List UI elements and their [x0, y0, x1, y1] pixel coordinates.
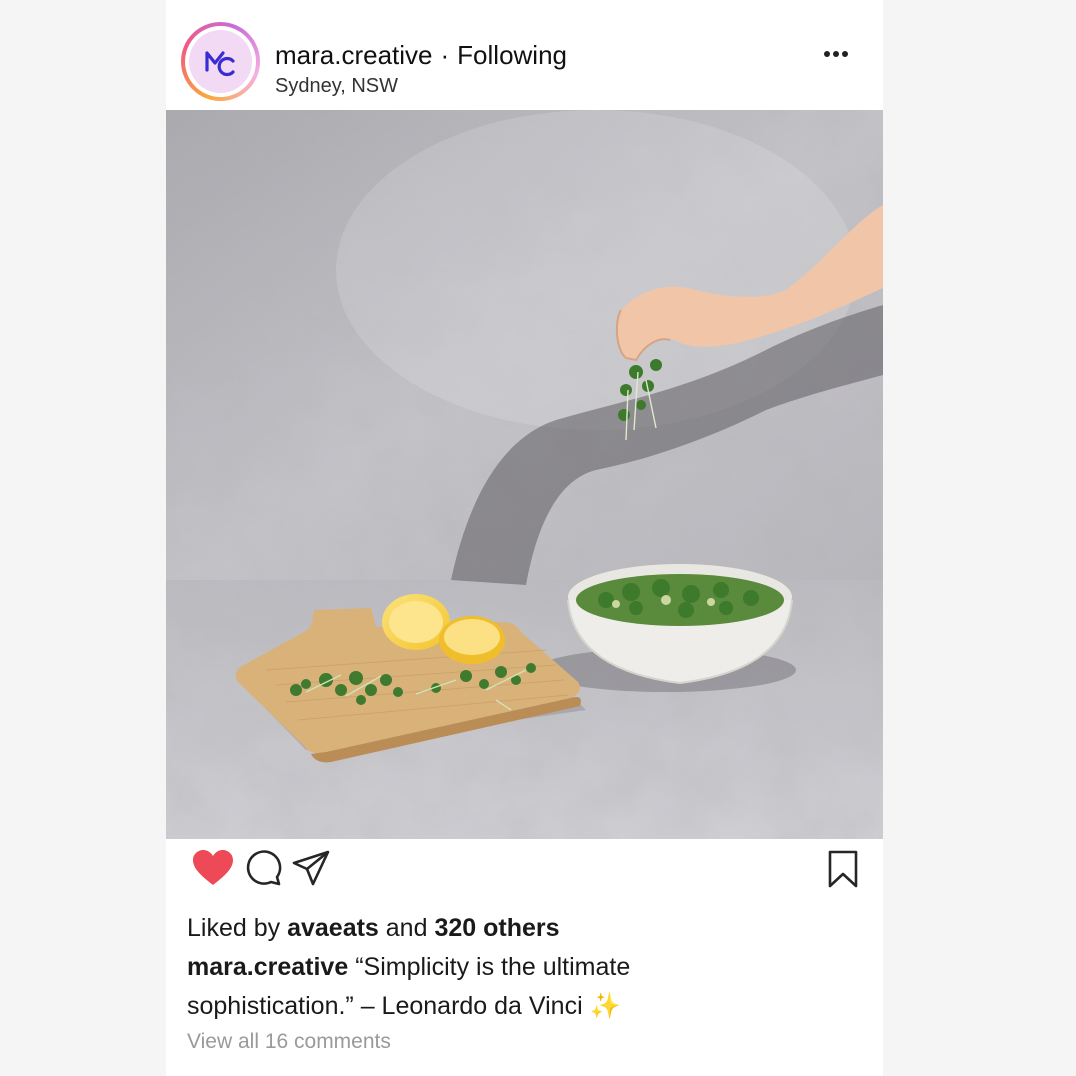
post-photo[interactable]	[166, 110, 883, 839]
likes-summary: Liked by avaeats and 320 others	[187, 914, 560, 943]
like-button[interactable]	[192, 849, 234, 892]
liked-by-prefix: Liked by	[187, 914, 281, 942]
comment-icon	[246, 850, 282, 886]
follow-status-button[interactable]: Following	[457, 40, 567, 70]
liked-by-user-link[interactable]: avaeats	[287, 914, 379, 942]
post-caption: mara.creative “Simplicity is the ultimat…	[187, 948, 747, 1026]
more-options-button[interactable]	[816, 42, 856, 66]
caption-username[interactable]: mara.creative	[187, 953, 348, 981]
post-image	[166, 110, 883, 839]
comment-button[interactable]	[244, 849, 282, 892]
bookmark-icon	[828, 850, 858, 888]
post-card: mara.creative · Following Sydney, NSW Li…	[166, 0, 883, 1076]
avatar-logo	[189, 30, 252, 93]
post-location[interactable]: Sydney, NSW	[275, 75, 398, 98]
likes-count-link[interactable]: 320 others	[434, 914, 559, 942]
mc-logo-icon	[204, 50, 235, 76]
share-button[interactable]	[291, 849, 331, 892]
more-horizontal-icon	[824, 51, 830, 57]
liked-by-joiner: and	[385, 914, 428, 942]
avatar[interactable]	[181, 22, 260, 101]
post-header: mara.creative · Following Sydney, NSW	[166, 0, 883, 110]
sparkles-icon: ✨	[589, 992, 621, 1020]
view-comments-link[interactable]: View all 16 comments	[187, 1030, 391, 1054]
post-actions	[166, 839, 883, 901]
send-icon	[292, 850, 330, 886]
post-username[interactable]: mara.creative	[275, 40, 433, 70]
heart-icon	[193, 850, 233, 885]
separator-dot: ·	[440, 40, 450, 70]
save-button[interactable]	[826, 849, 860, 894]
